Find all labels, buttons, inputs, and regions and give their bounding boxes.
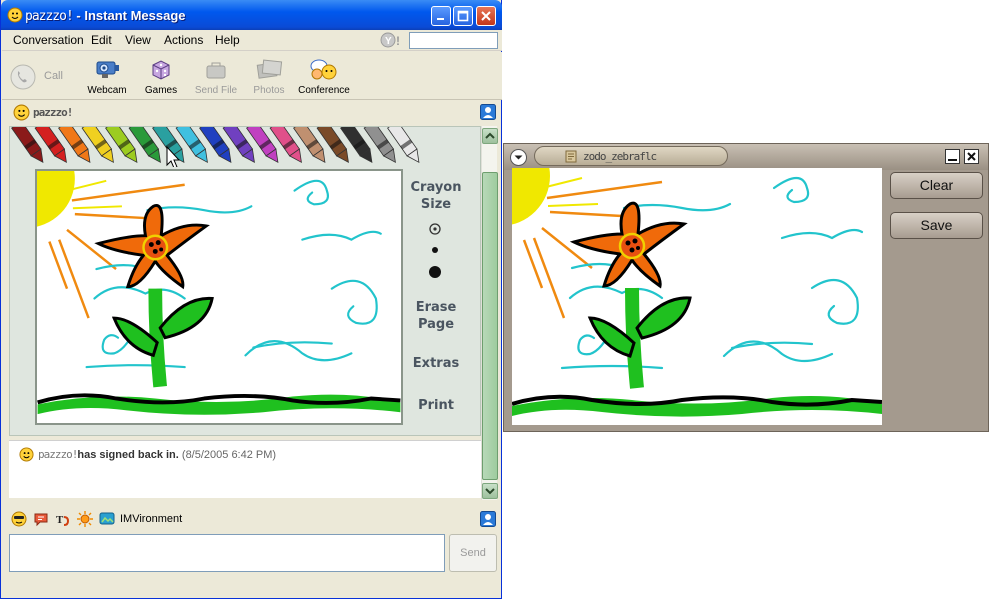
toolbar: Call Webcam Games Send File Photos Confe… xyxy=(2,52,502,100)
sun-icon[interactable] xyxy=(77,511,93,527)
history-username: pazzzo! xyxy=(38,448,78,461)
drawing xyxy=(10,129,401,415)
crayon-size-picker xyxy=(429,223,441,278)
drawing xyxy=(450,126,883,417)
scroll-up-button[interactable] xyxy=(482,128,498,144)
photos-icon xyxy=(256,59,283,79)
audible-icon[interactable] xyxy=(33,511,49,527)
yahoo-smiley-icon xyxy=(7,7,23,23)
svg-text:T: T xyxy=(56,514,64,526)
window-menu-button[interactable] xyxy=(510,149,527,166)
menu-view[interactable]: View xyxy=(125,33,151,47)
popout-tab-label: zodo_zebraflc xyxy=(583,150,657,163)
call-label: Call xyxy=(44,70,63,82)
instant-message-window: pazzzo! - Instant Message Conversation E… xyxy=(0,0,502,599)
minimize-icon xyxy=(948,159,957,161)
maximize-icon xyxy=(457,10,469,22)
scroll-down-button[interactable] xyxy=(482,483,498,499)
menu-edit[interactable]: Edit xyxy=(91,33,112,47)
dice-icon xyxy=(152,60,170,80)
search-input[interactable] xyxy=(409,32,498,49)
message-input[interactable] xyxy=(9,534,445,572)
popout-title-bar[interactable]: zodo_zebraflc xyxy=(504,144,988,170)
print-button[interactable]: Print xyxy=(408,397,464,414)
clear-button[interactable]: Clear xyxy=(890,172,983,199)
vertical-scrollbar[interactable] xyxy=(481,126,498,500)
popout-tab[interactable]: zodo_zebraflc xyxy=(534,146,728,166)
history-timestamp: (8/5/2005 6:42 PM) xyxy=(181,449,277,461)
contact-card-icon[interactable] xyxy=(480,104,496,120)
send-button[interactable]: Send xyxy=(449,534,497,572)
popout-minimize-button[interactable] xyxy=(945,149,960,164)
title-bar[interactable]: pazzzo! - Instant Message xyxy=(1,0,502,30)
yahoo-logo-icon: Y ! xyxy=(380,32,400,48)
window-title: pazzzo! - Instant Message xyxy=(25,8,186,24)
close-button[interactable] xyxy=(476,6,496,26)
crayon-size-label: Crayon Size xyxy=(410,180,462,212)
doodle-panel: Crayon Size Erase Page Extras Print xyxy=(9,126,481,436)
webcam-icon xyxy=(96,61,119,78)
save-button[interactable]: Save xyxy=(890,212,983,239)
photos-label: Photos xyxy=(253,85,285,96)
phone-icon xyxy=(10,64,36,90)
popout-doodle-canvas[interactable] xyxy=(450,126,883,425)
svg-text:Y: Y xyxy=(385,36,392,47)
document-icon xyxy=(565,150,577,163)
send-file-label: Send File xyxy=(194,85,238,96)
conference-icon xyxy=(310,59,337,80)
emoticon-icon[interactable] xyxy=(11,511,27,527)
menu-conversation[interactable]: Conversation xyxy=(13,33,84,47)
doodle-canvas[interactable] xyxy=(10,129,403,425)
my-contact-card-icon[interactable] xyxy=(480,511,496,527)
chevron-up-icon xyxy=(485,132,495,139)
emoticon-bar: T IMVironment xyxy=(7,508,497,530)
minimize-button[interactable] xyxy=(431,6,451,26)
contact-header: pazzzo! xyxy=(7,102,497,124)
erase-page-button[interactable]: Erase Page xyxy=(408,299,464,333)
imvironment-label[interactable]: IMVironment xyxy=(120,513,182,525)
conference-label: Conference xyxy=(298,85,350,96)
maximize-button[interactable] xyxy=(453,6,473,26)
size-medium-option[interactable] xyxy=(432,247,438,253)
webcam-label: Webcam xyxy=(87,85,127,96)
svg-text:!: ! xyxy=(396,34,400,48)
doodle-popout-window: zodo_zebraflc Clear Save xyxy=(450,126,989,432)
menu-help[interactable]: Help xyxy=(215,33,240,47)
smiley-icon xyxy=(13,104,30,121)
imvironment-icon[interactable] xyxy=(99,511,115,527)
scroll-thumb[interactable] xyxy=(482,172,498,480)
chevron-down-icon xyxy=(485,488,495,495)
chevron-down-icon xyxy=(514,155,523,160)
history-text: has signed back in. xyxy=(77,449,179,461)
crayon-palette xyxy=(11,127,420,167)
call-button[interactable]: Call xyxy=(6,56,66,98)
conference-button[interactable]: Conference xyxy=(296,56,352,98)
minimize-icon xyxy=(437,18,444,20)
photos-button[interactable]: Photos xyxy=(248,56,290,98)
contact-name: pazzzo! xyxy=(33,106,73,119)
send-file-button[interactable]: Send File xyxy=(192,56,240,98)
send-file-icon xyxy=(206,62,226,79)
menu-actions[interactable]: Actions xyxy=(164,33,203,47)
webcam-button[interactable]: Webcam xyxy=(84,56,130,98)
popout-close-button[interactable] xyxy=(964,149,979,164)
games-button[interactable]: Games xyxy=(140,56,182,98)
message-history: pazzzo!has signed back in. (8/5/2005 6:4… xyxy=(9,440,481,498)
extras-button[interactable]: Extras xyxy=(408,355,464,372)
size-large-option[interactable] xyxy=(429,266,441,278)
font-style-icon[interactable]: T xyxy=(55,511,71,527)
smiley-icon xyxy=(19,447,34,462)
close-icon xyxy=(967,152,976,161)
games-label: Games xyxy=(144,85,178,96)
close-icon xyxy=(481,11,491,21)
status-message: pazzzo!has signed back in. (8/5/2005 6:4… xyxy=(19,447,276,462)
